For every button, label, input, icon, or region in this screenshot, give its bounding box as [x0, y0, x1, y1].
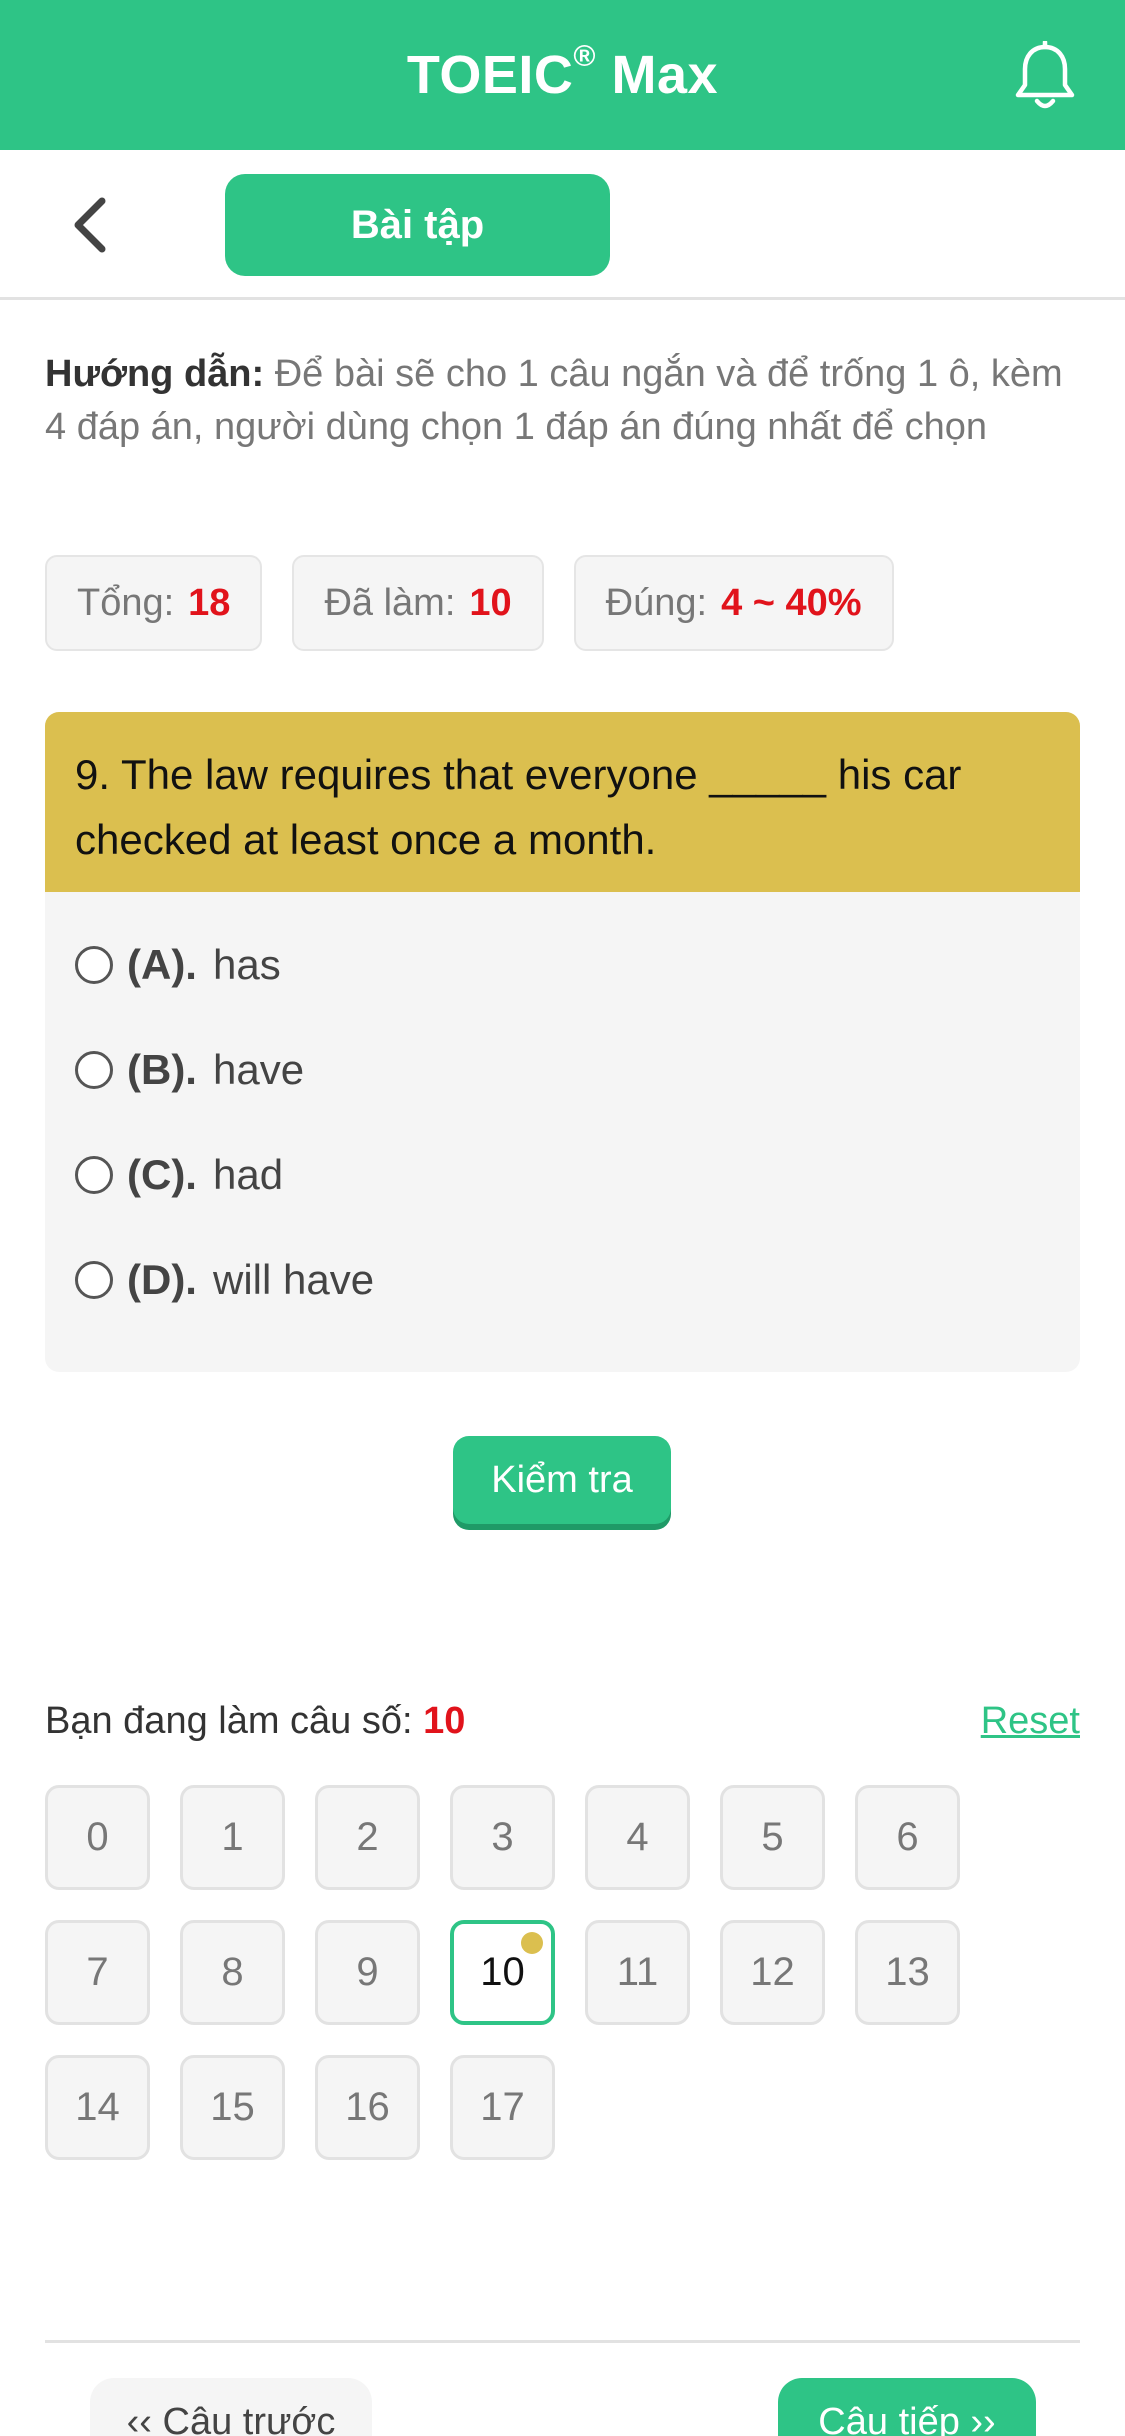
- stat-done: Đã làm: 10: [292, 555, 544, 651]
- question-grid: 0 1 2 3 4 5 6 7 8 9 10 11 12 13 14 15 16…: [45, 1785, 1045, 2160]
- question-cell[interactable]: 14: [45, 2055, 150, 2160]
- back-button[interactable]: [50, 185, 130, 265]
- chevron-left-icon: [74, 197, 106, 253]
- reset-link[interactable]: Reset: [981, 1700, 1080, 1743]
- question-card: 9. The law requires that everyone _____ …: [45, 712, 1080, 1372]
- option-a[interactable]: (A). has: [75, 912, 1050, 1017]
- question-cell[interactable]: 8: [180, 1920, 285, 2025]
- question-cell[interactable]: 12: [720, 1920, 825, 2025]
- question-cell[interactable]: 2: [315, 1785, 420, 1890]
- stat-total: Tổng: 18: [45, 555, 263, 651]
- question-cell[interactable]: 7: [45, 1920, 150, 2025]
- question-cell-active[interactable]: 10: [450, 1920, 555, 2025]
- question-cell[interactable]: 6: [855, 1785, 960, 1890]
- bell-icon[interactable]: [1005, 36, 1085, 116]
- next-question-button[interactable]: Câu tiếp ››: [778, 2378, 1036, 2436]
- app-header: TOEIC® Max: [0, 0, 1125, 150]
- radio-icon[interactable]: [75, 1155, 113, 1194]
- current-question-label: Bạn đang làm câu số: 10: [45, 1700, 466, 1742]
- question-cell[interactable]: 15: [180, 2055, 285, 2160]
- option-b[interactable]: (B). have: [75, 1017, 1050, 1122]
- current-indicator-dot: [521, 1932, 543, 1954]
- divider: [45, 2340, 1080, 2343]
- instructions-lead: Hướng dẫn:: [45, 353, 265, 395]
- question-text: 9. The law requires that everyone _____ …: [45, 712, 1080, 892]
- stat-correct: Đúng: 4 ~ 40%: [573, 555, 894, 651]
- current-question-number: 10: [423, 1700, 466, 1742]
- question-cell[interactable]: 4: [585, 1785, 690, 1890]
- instructions: Hướng dẫn: Để bài sẽ cho 1 câu ngắn và đ…: [45, 348, 1085, 454]
- question-cell[interactable]: 3: [450, 1785, 555, 1890]
- question-cell[interactable]: 17: [450, 2055, 555, 2160]
- check-button[interactable]: Kiểm tra: [453, 1436, 671, 1524]
- option-c[interactable]: (C). had: [75, 1122, 1050, 1227]
- option-d[interactable]: (D). will have: [75, 1227, 1050, 1332]
- question-cell[interactable]: 0: [45, 1785, 150, 1890]
- question-cell[interactable]: 16: [315, 2055, 420, 2160]
- section-pill-exercises[interactable]: Bài tập: [225, 174, 610, 276]
- radio-icon[interactable]: [75, 1260, 113, 1299]
- question-cell[interactable]: 13: [855, 1920, 960, 2025]
- question-cell[interactable]: 5: [720, 1785, 825, 1890]
- app-title: TOEIC® Max: [406, 40, 719, 105]
- answer-options: (A). has (B). have (C). had (D). will ha…: [45, 892, 1080, 1352]
- question-cell[interactable]: 1: [180, 1785, 285, 1890]
- progress-row: Bạn đang làm câu số: 10 Reset: [45, 1700, 1080, 1743]
- prev-question-button[interactable]: ‹‹ Câu trước: [90, 2378, 372, 2436]
- question-cell[interactable]: 11: [585, 1920, 690, 2025]
- radio-icon[interactable]: [75, 1050, 113, 1089]
- page: TOEIC® Max Bài tập Hướng dẫn: Để bài sẽ …: [0, 0, 1125, 2436]
- stats-row: Tổng: 18 Đã làm: 10 Đúng: 4 ~ 40%: [45, 555, 894, 651]
- sub-header: Bài tập: [0, 150, 1125, 300]
- radio-icon[interactable]: [75, 945, 113, 984]
- question-cell[interactable]: 9: [315, 1920, 420, 2025]
